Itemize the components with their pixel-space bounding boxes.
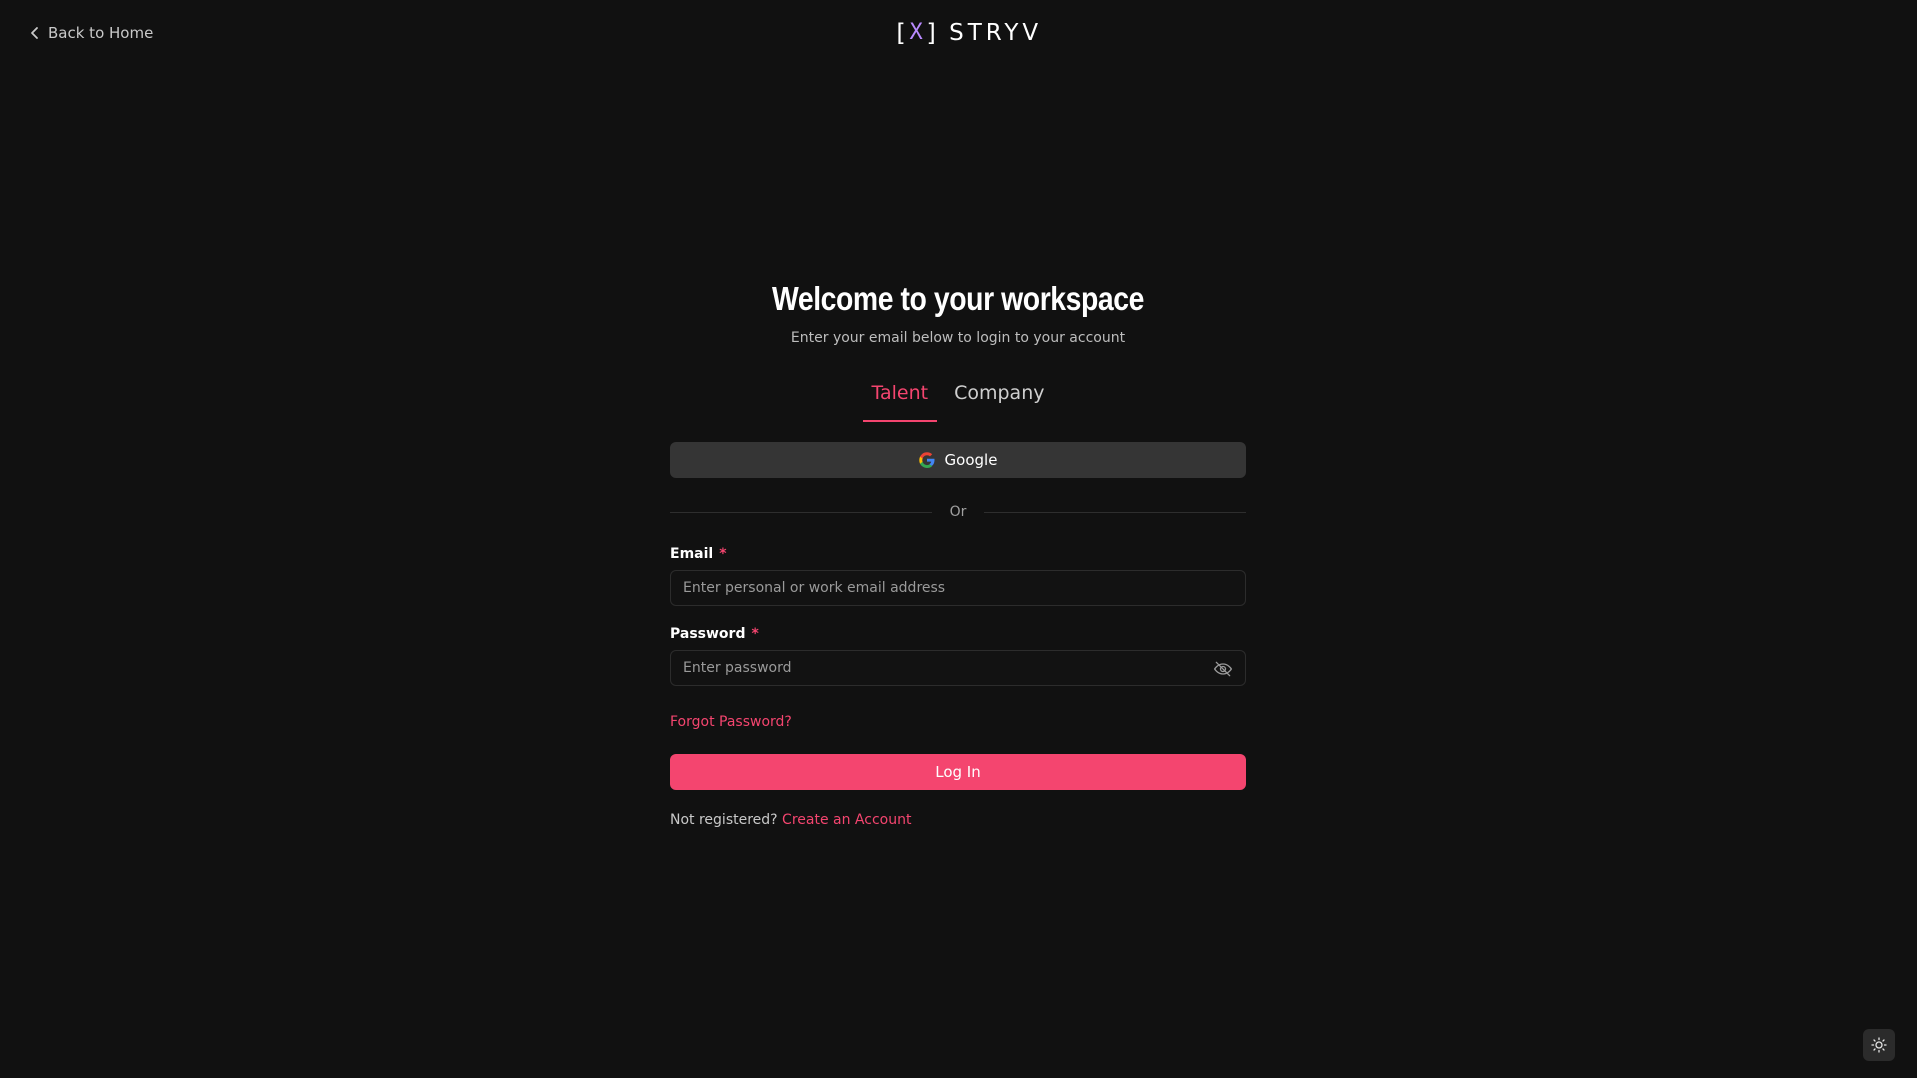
email-placeholder: Enter personal or work email address bbox=[683, 580, 946, 596]
email-label: Email * bbox=[670, 546, 1246, 562]
register-prompt-text: Not registered? bbox=[670, 812, 778, 828]
eye-off-icon[interactable] bbox=[1213, 659, 1233, 679]
chevron-left-icon bbox=[31, 27, 38, 39]
divider-label: Or bbox=[949, 504, 967, 520]
password-placeholder: Enter password bbox=[683, 660, 792, 676]
forgot-password-link[interactable]: Forgot Password? bbox=[670, 714, 1246, 730]
page-title: Welcome to your workspace bbox=[771, 280, 1144, 317]
logo-x: X bbox=[909, 20, 923, 45]
google-login-label: Google bbox=[944, 451, 998, 469]
back-to-home-label: Back to Home bbox=[48, 24, 154, 42]
google-login-button[interactable]: Google bbox=[670, 442, 1246, 478]
email-required-mark: * bbox=[719, 546, 727, 562]
login-form: Welcome to your workspace Enter your ema… bbox=[670, 278, 1246, 828]
logo-mark: [ X ] bbox=[893, 21, 939, 45]
email-field[interactable]: Enter personal or work email address bbox=[670, 570, 1246, 606]
page-subtitle: Enter your email below to login to your … bbox=[790, 330, 1126, 346]
logo-text: STRYV bbox=[949, 20, 1043, 46]
back-to-home-link[interactable]: Back to Home bbox=[28, 24, 153, 42]
login-button-label: Log In bbox=[935, 763, 981, 781]
password-field[interactable]: Enter password bbox=[670, 650, 1246, 686]
sun-icon bbox=[1871, 1037, 1887, 1053]
divider-line-left bbox=[670, 511, 932, 513]
theme-toggle-button[interactable] bbox=[1863, 1029, 1895, 1061]
create-account-link[interactable]: Create an Account bbox=[782, 812, 911, 828]
logo-bracket-left: [ bbox=[893, 19, 908, 47]
login-page: Back to Home [ X ] STRYV Welcome to your… bbox=[0, 0, 1917, 1078]
tab-company[interactable]: Company bbox=[945, 376, 1053, 422]
tab-talent[interactable]: Talent bbox=[862, 376, 938, 422]
password-required-mark: * bbox=[751, 626, 759, 642]
account-type-tabs: Talent Company bbox=[670, 376, 1246, 422]
logo-bracket-right: ] bbox=[924, 19, 940, 47]
google-icon bbox=[918, 452, 935, 468]
password-label-text: Password bbox=[670, 626, 746, 642]
email-label-text: Email bbox=[670, 546, 714, 562]
logo[interactable]: [ X ] STRYV bbox=[893, 20, 1042, 46]
divider-line-right bbox=[984, 511, 1246, 513]
login-button[interactable]: Log In bbox=[670, 754, 1246, 790]
or-divider: Or bbox=[670, 504, 1246, 520]
register-prompt: Not registered? Create an Account bbox=[670, 812, 1246, 828]
password-label: Password * bbox=[670, 626, 1246, 642]
